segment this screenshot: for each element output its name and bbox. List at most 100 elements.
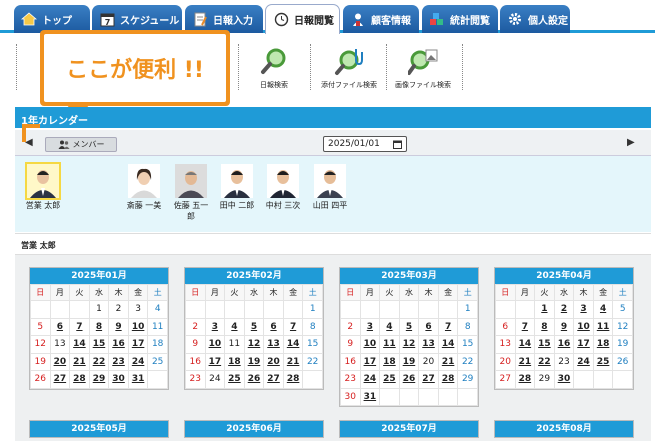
- next-arrow-icon[interactable]: ▶: [627, 137, 635, 148]
- day-cell[interactable]: 10: [127, 317, 149, 336]
- tab-stats-view[interactable]: 統計閲覧: [422, 5, 498, 33]
- day-cell[interactable]: 16: [553, 335, 575, 354]
- tab-report-view[interactable]: 日報閲覧: [265, 4, 340, 34]
- day-cell[interactable]: 10: [204, 335, 226, 354]
- day-cell[interactable]: 27: [418, 370, 439, 389]
- day-cell[interactable]: 11: [379, 335, 400, 354]
- day-cell[interactable]: 21: [69, 352, 90, 371]
- member-item[interactable]: 斎藤 一美: [124, 164, 164, 211]
- day-cell[interactable]: 21: [282, 352, 304, 371]
- day-cell[interactable]: 26: [398, 370, 420, 389]
- day-cell[interactable]: 25: [379, 370, 400, 389]
- day-cell[interactable]: 15: [534, 335, 555, 354]
- day-cell[interactable]: 28: [514, 370, 536, 389]
- day-cell[interactable]: 22: [534, 352, 555, 371]
- image-search-button[interactable]: 画像ファイル検索: [388, 46, 458, 90]
- tab-top[interactable]: トップ: [14, 5, 90, 33]
- day-cell[interactable]: 12: [243, 335, 265, 354]
- day-cell[interactable]: 25: [224, 370, 245, 389]
- day-cell[interactable]: 19: [398, 352, 420, 371]
- day-cell[interactable]: 23: [108, 352, 129, 371]
- day-cell[interactable]: 19: [243, 352, 265, 371]
- day-cell[interactable]: 7: [282, 317, 304, 336]
- day-cell[interactable]: 20: [263, 352, 284, 371]
- day-cell[interactable]: 17: [204, 352, 226, 371]
- member-item[interactable]: 田中 二郎: [217, 164, 257, 211]
- day-cell[interactable]: 3: [573, 300, 594, 319]
- day-cell[interactable]: 7: [514, 317, 536, 336]
- day-cell[interactable]: 4: [592, 300, 614, 319]
- day-cell[interactable]: 24: [127, 352, 149, 371]
- day-cell[interactable]: 18: [224, 352, 245, 371]
- member-item[interactable]: 佐藤 五一郎: [171, 164, 211, 222]
- day-cell[interactable]: 14: [282, 335, 304, 354]
- day-cell[interactable]: 14: [69, 335, 90, 354]
- day-cell[interactable]: 3: [204, 317, 226, 336]
- day-cell[interactable]: 31: [359, 387, 381, 406]
- report-search-button[interactable]: 日報検索: [239, 46, 309, 90]
- day-cell[interactable]: 27: [263, 370, 284, 389]
- day-cell[interactable]: 17: [573, 335, 594, 354]
- tab-report-input[interactable]: 日報入力: [185, 5, 263, 33]
- day-cell[interactable]: 16: [108, 335, 129, 354]
- attachment-search-button[interactable]: 添付ファイル検索: [314, 46, 384, 90]
- day-cell[interactable]: 14: [514, 335, 536, 354]
- member-item[interactable]: 山田 四平: [310, 164, 350, 211]
- day-cell[interactable]: 18: [379, 352, 400, 371]
- day-cell[interactable]: 27: [49, 370, 71, 389]
- day-cell[interactable]: 6: [263, 317, 284, 336]
- day-cell[interactable]: 20: [49, 352, 71, 371]
- day-cell[interactable]: 7: [437, 317, 459, 336]
- day-cell[interactable]: 28: [282, 370, 304, 389]
- calendar-picker-icon[interactable]: [393, 140, 402, 149]
- day-cell[interactable]: 3: [359, 317, 381, 336]
- day-cell: [437, 387, 459, 406]
- day-cell[interactable]: 28: [69, 370, 90, 389]
- day-cell[interactable]: 29: [88, 370, 110, 389]
- day-cell[interactable]: 10: [573, 317, 594, 336]
- day-cell[interactable]: 4: [379, 317, 400, 336]
- day-cell[interactable]: 1: [534, 300, 555, 319]
- day-cell[interactable]: 4: [224, 317, 245, 336]
- tab-personal-settings[interactable]: 個人設定: [500, 5, 570, 33]
- day-cell[interactable]: 7: [69, 317, 90, 336]
- day-cell[interactable]: 13: [418, 335, 439, 354]
- day-cell[interactable]: 24: [359, 370, 381, 389]
- day-cell[interactable]: 17: [359, 352, 381, 371]
- day-cell[interactable]: 30: [553, 370, 575, 389]
- day-cell[interactable]: 28: [437, 370, 459, 389]
- day-cell[interactable]: 31: [127, 370, 149, 389]
- day-cell[interactable]: 25: [592, 352, 614, 371]
- day-cell[interactable]: 6: [418, 317, 439, 336]
- day-cell[interactable]: 11: [592, 317, 614, 336]
- day-cell[interactable]: 2: [553, 300, 575, 319]
- month-calendar: 2025年05月: [29, 420, 169, 438]
- day-cell[interactable]: 9: [553, 317, 575, 336]
- day-cell[interactable]: 26: [243, 370, 265, 389]
- day-cell[interactable]: 8: [534, 317, 555, 336]
- day-cell[interactable]: 17: [127, 335, 149, 354]
- day-cell[interactable]: 21: [437, 352, 459, 371]
- member-item[interactable]: 中村 三次: [263, 164, 303, 211]
- day-cell[interactable]: 24: [573, 352, 594, 371]
- tab-schedule[interactable]: 7 スケジュール: [92, 5, 182, 33]
- day-cell[interactable]: 30: [108, 370, 129, 389]
- day-cell[interactable]: 9: [108, 317, 129, 336]
- day-cell[interactable]: 21: [514, 352, 536, 371]
- day-cell[interactable]: 12: [398, 335, 420, 354]
- day-cell[interactable]: 5: [398, 317, 420, 336]
- day-cell[interactable]: 15: [88, 335, 110, 354]
- day-cell[interactable]: 22: [88, 352, 110, 371]
- day-cell[interactable]: 10: [359, 335, 381, 354]
- member-item[interactable]: 営業 太郎: [23, 162, 63, 211]
- day-cell[interactable]: 8: [88, 317, 110, 336]
- day-cell[interactable]: 18: [592, 335, 614, 354]
- day-cell: 22: [302, 352, 323, 371]
- day-cell[interactable]: 13: [263, 335, 284, 354]
- day-cell[interactable]: 5: [243, 317, 265, 336]
- date-field[interactable]: 2025/01/01: [323, 136, 407, 152]
- day-cell[interactable]: 6: [49, 317, 71, 336]
- tab-customer-info[interactable]: 顧客情報: [343, 5, 419, 33]
- member-button[interactable]: メンバー: [45, 137, 117, 152]
- day-cell[interactable]: 14: [437, 335, 459, 354]
